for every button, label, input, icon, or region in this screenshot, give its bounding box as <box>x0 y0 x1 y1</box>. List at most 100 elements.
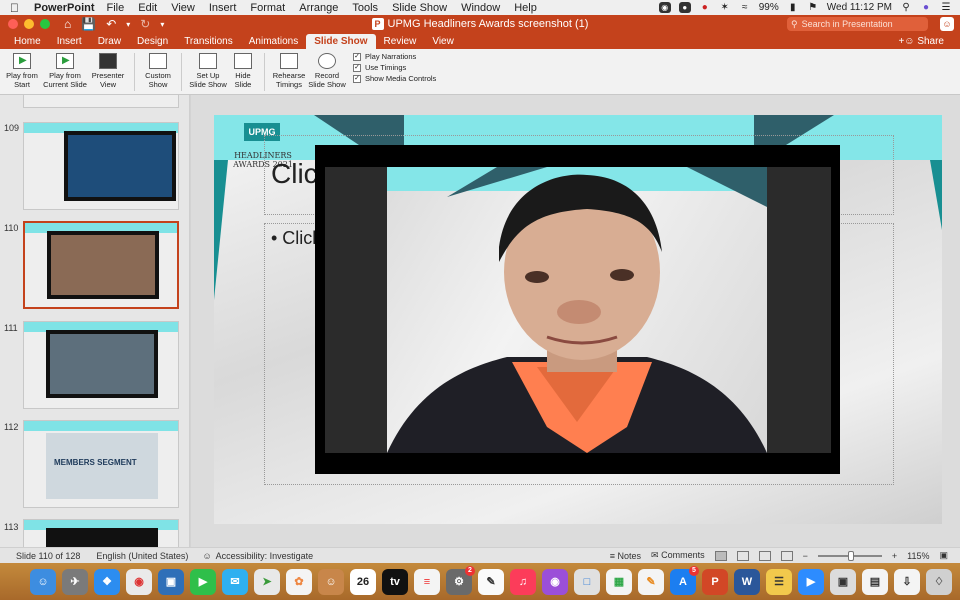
minimize-window-button[interactable] <box>24 19 34 29</box>
screenshot-icon[interactable]: ▣ <box>830 568 856 595</box>
photos-icon[interactable]: ✿ <box>286 568 312 595</box>
document-stack-icon[interactable]: ▤ <box>862 568 888 595</box>
slide-show-view-button[interactable] <box>780 550 793 561</box>
record-icon[interactable]: ● <box>678 2 691 13</box>
menu-insert[interactable]: Insert <box>209 2 237 14</box>
menubar-clock[interactable]: Wed 11:12 PM <box>827 2 892 13</box>
powerpoint-icon[interactable]: P <box>702 568 728 595</box>
embedded-video[interactable] <box>315 145 840 474</box>
slide-thumbnail-110[interactable] <box>23 221 179 309</box>
tab-transitions[interactable]: Transitions <box>176 34 241 49</box>
pages-icon[interactable]: ✎ <box>638 568 664 595</box>
rehearse-timings-button[interactable]: Rehearse Timings <box>271 49 307 89</box>
chrome-icon[interactable]: ◉ <box>126 568 152 595</box>
safari-icon[interactable]: ❖ <box>94 568 120 595</box>
tab-view[interactable]: View <box>424 34 462 49</box>
menu-help[interactable]: Help <box>514 2 537 14</box>
reading-view-button[interactable] <box>758 550 771 561</box>
play-from-current-button[interactable]: ▶ Play from Current Slide <box>42 49 88 89</box>
tab-design[interactable]: Design <box>129 34 176 49</box>
tab-slide-show[interactable]: Slide Show <box>306 34 376 49</box>
bluetooth-icon[interactable]: ✶ <box>719 2 731 13</box>
battery-icon[interactable]: ▮ <box>787 2 799 13</box>
notes-app-icon[interactable]: ✎ <box>478 568 504 595</box>
set-up-slide-show-button[interactable]: Set Up Slide Show <box>188 49 228 89</box>
vpn-shield-icon[interactable]: ● <box>699 2 711 13</box>
hide-slide-button[interactable]: Hide Slide <box>228 49 258 89</box>
close-window-button[interactable] <box>8 19 18 29</box>
slide-thumbnail-111[interactable] <box>23 321 179 409</box>
camera-icon[interactable]: ◉ <box>658 2 671 13</box>
notes-button[interactable]: ≡ Notes <box>610 551 641 561</box>
menu-tools[interactable]: Tools <box>352 2 378 14</box>
tab-review[interactable]: Review <box>376 34 425 49</box>
slide-thumbnail-109[interactable] <box>23 122 179 210</box>
slide-thumbnail-113[interactable] <box>23 519 179 547</box>
zoom-out-button[interactable]: − <box>803 551 808 561</box>
slide-thumbnail-112[interactable]: MEMBERS SEGMENT <box>23 420 179 508</box>
tab-home[interactable]: Home <box>6 34 49 49</box>
messages-icon[interactable]: ✉ <box>222 568 248 595</box>
accessibility-status[interactable]: Accessibility: Investigate <box>216 551 314 561</box>
app-menu[interactable]: PowerPoint <box>34 2 95 14</box>
podcasts-icon[interactable]: ◉ <box>542 568 568 595</box>
zoom-slider[interactable] <box>817 550 882 561</box>
chevron-down-icon[interactable]: ▾ <box>126 20 130 29</box>
slide-sorter-view-button[interactable] <box>736 550 749 561</box>
menu-view[interactable]: View <box>171 2 195 14</box>
slide-thumbnail-108[interactable] <box>23 95 179 108</box>
search-input[interactable]: ⚲ Search in Presentation <box>787 17 928 31</box>
launchpad-icon[interactable]: ✈ <box>62 568 88 595</box>
tab-animations[interactable]: Animations <box>241 34 306 49</box>
keynote-icon[interactable]: □ <box>574 568 600 595</box>
menu-edit[interactable]: Edit <box>138 2 157 14</box>
siri-icon[interactable]: ● <box>920 2 932 13</box>
share-button[interactable]: +☺ Share <box>898 34 944 49</box>
downloads-stack-icon[interactable]: ⇩ <box>894 568 920 595</box>
comments-button[interactable]: ✉ Comments <box>651 550 705 561</box>
app-store-icon[interactable]: A5 <box>670 565 699 595</box>
tab-insert[interactable]: Insert <box>49 34 90 49</box>
play-from-start-button[interactable]: ▶ Play from Start <box>2 49 42 89</box>
trash-icon[interactable]: ♢ <box>926 568 952 595</box>
home-icon[interactable]: ⌂ <box>64 17 71 31</box>
redo-icon[interactable]: ↻ <box>140 17 150 31</box>
slide-thumbnail-pane[interactable]: 109 110 111 112 MEMBERS SEGMENT 113 <box>0 95 190 547</box>
play-narrations-checkbox[interactable]: ✓ Play Narrations <box>353 52 436 61</box>
finder-icon[interactable]: ☺ <box>30 568 56 595</box>
folder-stack-icon[interactable]: ☰ <box>766 568 792 595</box>
zoom-level[interactable]: 115% <box>907 551 929 561</box>
fit-to-window-icon[interactable]: ▣ <box>939 550 948 561</box>
apple-menu-icon[interactable]:  <box>10 1 24 15</box>
numbers-icon[interactable]: ▦ <box>606 568 632 595</box>
undo-icon[interactable]: ↶ <box>106 17 116 31</box>
flag-icon[interactable]: ⚑ <box>807 2 819 13</box>
reminders-icon[interactable]: ≡ <box>414 568 440 595</box>
spotlight-search-icon[interactable]: ⚲ <box>900 2 912 13</box>
menu-arrange[interactable]: Arrange <box>299 2 338 14</box>
music-icon[interactable]: ♫ <box>510 568 536 595</box>
customize-toolbar-icon[interactable]: ▾ <box>160 20 164 29</box>
system-preferences-icon[interactable]: ⚙ 2 <box>446 565 475 595</box>
zoom-in-button[interactable]: + <box>892 551 897 561</box>
user-account-icon[interactable]: ☺ <box>940 17 954 31</box>
tab-draw[interactable]: Draw <box>90 34 129 49</box>
save-icon[interactable]: 💾 <box>81 17 96 31</box>
show-media-controls-checkbox[interactable]: ✓ Show Media Controls <box>353 74 436 83</box>
apple-tv-icon[interactable]: tv <box>382 568 408 595</box>
word-icon[interactable]: W <box>734 568 760 595</box>
zoom-app-icon[interactable]: ▶ <box>798 568 824 595</box>
use-timings-checkbox[interactable]: ✓ Use Timings <box>353 63 436 72</box>
zoom-window-button[interactable] <box>40 19 50 29</box>
preview-icon[interactable]: ▣ <box>158 568 184 595</box>
normal-view-button[interactable] <box>714 550 727 561</box>
custom-show-button[interactable]: Custom Show <box>141 49 175 89</box>
facetime-icon[interactable]: ▶ <box>190 568 216 595</box>
menu-format[interactable]: Format <box>250 2 285 14</box>
control-center-icon[interactable]: ☰ <box>940 2 952 13</box>
wifi-icon[interactable]: ≈ <box>739 2 751 13</box>
calendar-icon[interactable]: 26 <box>350 568 376 595</box>
presenter-view-button[interactable]: Presenter View <box>88 49 128 89</box>
record-slide-show-button[interactable]: Record Slide Show <box>307 49 347 89</box>
zoom-slider-handle[interactable] <box>847 550 854 561</box>
